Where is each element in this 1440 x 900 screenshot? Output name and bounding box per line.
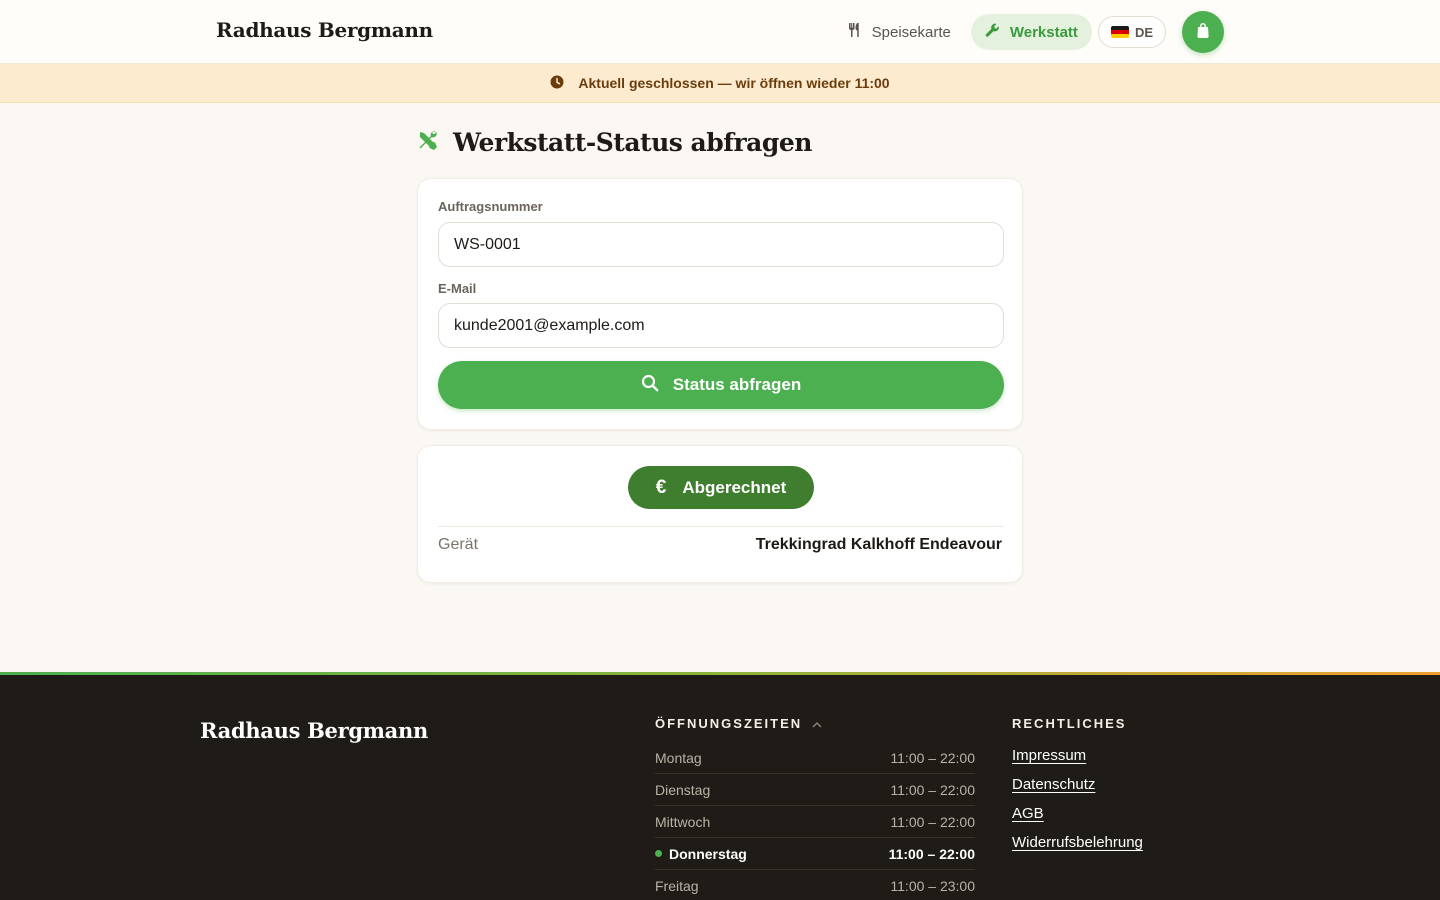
nav-label: Werkstatt	[1009, 23, 1078, 41]
email-input[interactable]	[438, 303, 1004, 348]
language-label: DE	[1134, 24, 1153, 40]
link-impressum[interactable]: Impressum	[1012, 747, 1086, 764]
clock-icon	[550, 75, 564, 92]
hours-row: Mittwoch 11:00 – 22:00	[655, 806, 975, 838]
status-query-form: Auftragsnummer E-Mail Status abfragen	[417, 178, 1023, 430]
link-datenschutz[interactable]: Datenschutz	[1012, 776, 1095, 793]
link-widerrufsbelehrung[interactable]: Widerrufsbelehrung	[1012, 834, 1143, 851]
search-icon	[641, 374, 659, 397]
legal-item: Datenschutz	[1012, 776, 1232, 805]
opening-hours-toggle[interactable]: ÖFFNUNGSZEITEN	[655, 716, 975, 731]
hours-time: 11:00 – 22:00	[890, 749, 975, 766]
result-value-device: Trekkingrad Kalkhoff Endeavour	[755, 536, 1002, 553]
legal-item: Impressum	[1012, 747, 1232, 776]
hours-day: Freitag	[655, 878, 699, 894]
email-label: E-Mail	[438, 281, 477, 296]
footer-accent-bar	[0, 672, 1440, 675]
hours-time: 11:00 – 23:00	[890, 878, 975, 894]
nav-item-werkstatt[interactable]: Werkstatt	[970, 14, 1092, 50]
legal-item: AGB	[1012, 805, 1232, 834]
euro-icon: €	[655, 476, 667, 498]
legal-list: Impressum Datenschutz AGB Widerrufsbeleh…	[1012, 747, 1232, 863]
legal-item: Widerrufsbelehrung	[1012, 834, 1232, 863]
shopping-bag-icon	[1195, 22, 1211, 43]
nav-label: Speisekarte	[871, 23, 951, 41]
hours-time: 11:00 – 22:00	[888, 845, 975, 862]
tools-icon	[417, 129, 439, 156]
today-indicator-icon	[655, 850, 662, 857]
cart-button[interactable]	[1182, 11, 1224, 53]
submit-label: Status abfragen	[672, 375, 802, 394]
language-switcher[interactable]: DE	[1097, 16, 1166, 48]
site-header: Radhaus Bergmann Speisekarte Werkstatt D…	[0, 0, 1440, 64]
hours-day-label: Donnerstag	[669, 845, 747, 862]
status-label: Abgerechnet	[682, 477, 787, 497]
utensils-icon	[848, 22, 862, 42]
flag-de-icon	[1110, 26, 1129, 38]
page-title: Werkstatt-Status abfragen	[417, 128, 812, 157]
legal-heading: RECHTLICHES	[1012, 716, 1127, 731]
status-result: € Abgerechnet Gerät Trekkingrad Kalkhoff…	[417, 445, 1023, 583]
legal-links: RECHTLICHES Impressum Datenschutz AGB Wi…	[1012, 716, 1232, 863]
hours-day: Montag	[655, 749, 702, 766]
hours-row-today: Donnerstag 11:00 – 22:00	[655, 838, 975, 870]
order-number-label: Auftragsnummer	[438, 199, 543, 214]
opening-hours: ÖFFNUNGSZEITEN Montag 11:00 – 22:00 Dien…	[655, 716, 975, 900]
hours-row: Montag 11:00 – 22:00	[655, 742, 975, 774]
hours-day: Mittwoch	[655, 813, 711, 830]
status-badge: € Abgerechnet	[628, 466, 814, 509]
opening-hours-heading: ÖFFNUNGSZEITEN	[655, 716, 803, 731]
link-agb[interactable]: AGB	[1012, 805, 1044, 822]
banner-text: Aktuell geschlossen — wir öffnen wieder …	[578, 75, 890, 91]
hours-time: 11:00 – 22:00	[890, 813, 975, 830]
hours-list: Montag 11:00 – 22:00 Dienstag 11:00 – 22…	[655, 742, 975, 900]
hours-time: 11:00 – 22:00	[890, 781, 975, 798]
closed-banner: Aktuell geschlossen — wir öffnen wieder …	[0, 64, 1440, 103]
wrench-icon	[985, 23, 1000, 42]
page-heading: Werkstatt-Status abfragen	[453, 128, 812, 157]
hours-row: Freitag 11:00 – 23:00	[655, 870, 975, 900]
main-nav: Speisekarte Werkstatt DE	[834, 11, 1224, 53]
divider	[438, 526, 1004, 527]
hours-row: Dienstag 11:00 – 22:00	[655, 774, 975, 806]
order-number-input[interactable]	[438, 222, 1004, 267]
chevron-up-icon	[812, 716, 822, 731]
footer-brand: Radhaus Bergmann	[200, 718, 428, 743]
nav-item-speisekarte[interactable]: Speisekarte	[834, 14, 965, 50]
hours-day: Dienstag	[655, 781, 711, 798]
brand-logo[interactable]: Radhaus Bergmann	[216, 18, 433, 42]
hours-day-today: Donnerstag	[655, 846, 747, 862]
site-footer: Radhaus Bergmann ÖFFNUNGSZEITEN Montag 1…	[0, 672, 1440, 900]
result-key-device: Gerät	[438, 536, 479, 553]
status-query-button[interactable]: Status abfragen	[438, 361, 1004, 409]
